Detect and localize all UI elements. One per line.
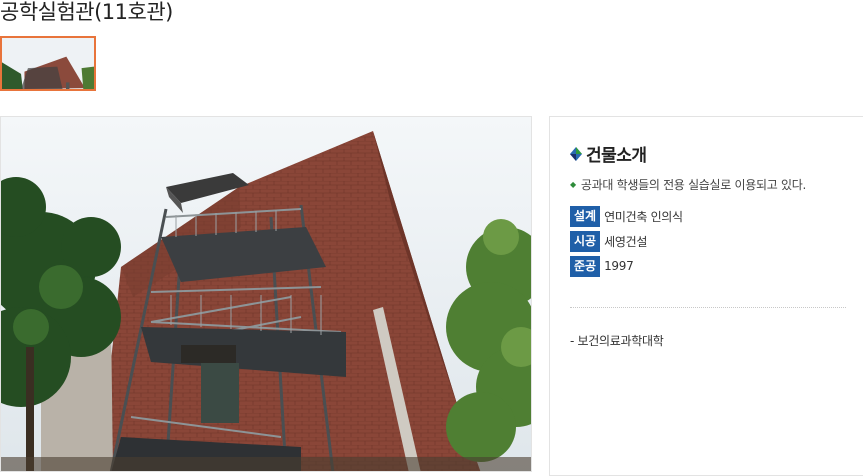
building-main-photo [0, 116, 532, 472]
fact-row-completion: 준공 1997 [570, 255, 683, 277]
fact-value: 세영건설 [604, 234, 648, 249]
college-name: - 보건의료과학대학 [570, 334, 664, 348]
photo-thumbnail[interactable] [0, 36, 96, 91]
fact-label-badge: 설계 [570, 205, 601, 227]
building-intro-text: 공과대 학생들의 전용 실습실로 이용되고 있다. [580, 178, 807, 192]
building-photo-image [1, 117, 531, 471]
building-intro: ◆ 공과대 학생들의 전용 실습실로 이용되고 있다. [570, 176, 806, 193]
diamond-icon [570, 146, 582, 161]
fact-label-badge: 시공 [570, 230, 601, 252]
building-thumbnail-image [2, 38, 94, 89]
fact-row-design: 설계 연미건축 인의식 [570, 205, 683, 227]
fact-row-construction: 시공 세영건설 [570, 230, 683, 252]
fact-value: 1997 [604, 259, 634, 273]
bullet-diamond-icon: ◆ [570, 180, 576, 189]
page-title: 공학실험관(11호관) [0, 0, 173, 24]
info-heading-text: 건물소개 [586, 146, 647, 166]
info-heading: 건물소개 [570, 141, 647, 166]
fact-value: 연미건축 인의식 [604, 209, 683, 224]
building-info-panel: 건물소개 ◆ 공과대 학생들의 전용 실습실로 이용되고 있다. 설계 연미건축… [549, 116, 863, 476]
fact-label-badge: 준공 [570, 255, 601, 277]
divider [570, 307, 846, 308]
building-facts: 설계 연미건축 인의식 시공 세영건설 준공 1997 [570, 205, 683, 280]
